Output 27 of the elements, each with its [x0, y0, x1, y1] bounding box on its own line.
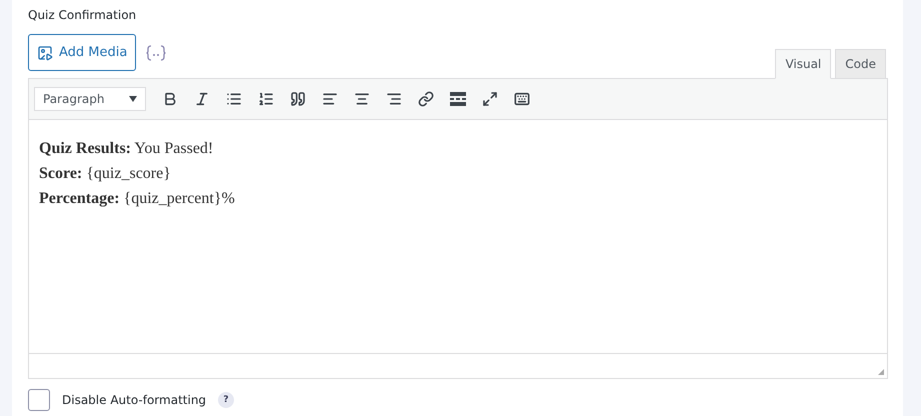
resize-handle-icon[interactable]: [877, 368, 885, 376]
content-line: Quiz Results: You Passed!: [39, 139, 214, 159]
variables-icon[interactable]: [146, 44, 166, 60]
read-more-icon: [450, 92, 466, 106]
bullet-list-icon: [226, 91, 242, 107]
fullscreen-icon: [482, 91, 498, 107]
content-line: Score: {quiz_score}: [39, 164, 172, 184]
content-line: Percentage: {quiz_percent}%: [39, 189, 236, 209]
add-media-button[interactable]: Add Media: [28, 34, 136, 71]
bold-icon: [162, 91, 178, 107]
checkbox-label: Disable Auto-formatting: [62, 393, 206, 407]
checkbox[interactable]: [28, 389, 50, 411]
media-icon: [37, 44, 53, 60]
format-select[interactable]: Paragraph: [34, 87, 146, 111]
toolbar-toggle-icon: [514, 91, 530, 107]
help-badge[interactable]: ?: [218, 392, 234, 408]
align-left-icon: [322, 91, 338, 107]
align-center-icon: [354, 91, 370, 107]
link-icon: [418, 91, 434, 107]
quote-icon: [290, 91, 306, 107]
editor-tab[interactable]: Visual: [775, 49, 832, 79]
italic-icon: [194, 91, 210, 107]
editor-tab[interactable]: Code: [835, 49, 886, 79]
field-label: Quiz Confirmation: [28, 8, 138, 24]
align-right-icon: [386, 91, 402, 107]
numbered-list-icon: [258, 91, 274, 107]
caret-icon: [129, 96, 137, 102]
